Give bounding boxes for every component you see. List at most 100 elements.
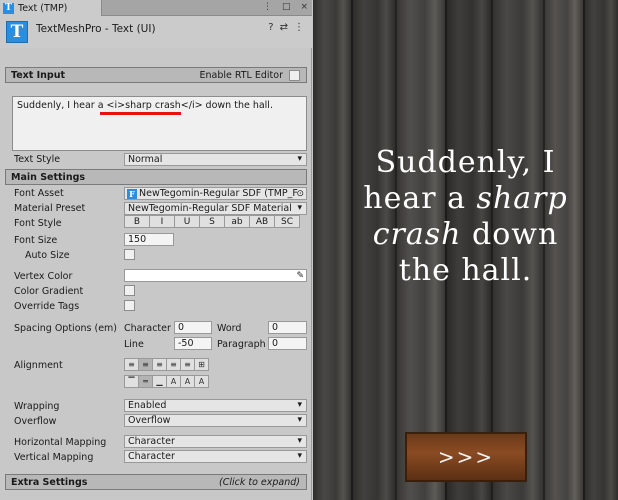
align-justify-icon[interactable]: ≡ bbox=[166, 358, 181, 371]
horizontal-alignment-buttons: ≡ ≡ ≡ ≡ ≡ ⊞ bbox=[124, 358, 209, 371]
material-preset-label: Material Preset bbox=[14, 203, 86, 214]
override-tags-label: Override Tags bbox=[14, 301, 80, 312]
uppercase-button[interactable]: AB bbox=[249, 215, 275, 228]
preset-icon[interactable]: ⇄ bbox=[280, 22, 288, 33]
help-icon[interactable]: ? bbox=[268, 22, 273, 33]
textmeshpro-icon: T bbox=[6, 21, 28, 43]
dialogue-text: Suddenly, I hear a sharp crash down the … bbox=[313, 145, 618, 289]
align-bottom-icon[interactable]: ▁ bbox=[152, 375, 167, 388]
font-size-label: Font Size bbox=[14, 235, 58, 246]
tab-controls: ⋮ □ × bbox=[263, 2, 308, 12]
dialogue-italic-crash: crash bbox=[372, 217, 462, 252]
text-input-header: Text Input bbox=[11, 69, 66, 81]
rtl-editor-toggle: Enable RTL Editor bbox=[199, 69, 300, 81]
more-options-icon[interactable]: ⋮ bbox=[263, 2, 272, 12]
dialogue-line-2: hear a sharp bbox=[313, 181, 618, 217]
material-preset-dropdown[interactable]: NewTegomin-Regular SDF Material bbox=[124, 202, 307, 215]
close-icon[interactable]: × bbox=[300, 2, 308, 12]
paragraph-spacing-field[interactable]: 0 bbox=[268, 337, 307, 350]
main-settings-section-header[interactable]: Main Settings bbox=[5, 169, 307, 185]
word-spacing-label: Word bbox=[217, 323, 242, 334]
align-flush-icon[interactable]: ≡ bbox=[180, 358, 195, 371]
align-midline-icon[interactable]: A bbox=[180, 375, 195, 388]
override-tags-checkbox[interactable] bbox=[124, 300, 135, 311]
font-size-field[interactable]: 150 bbox=[124, 233, 174, 246]
tmp-icon: T bbox=[3, 2, 14, 14]
lowercase-button[interactable]: ab bbox=[224, 215, 250, 228]
underline-button[interactable]: U bbox=[174, 215, 200, 228]
character-spacing-label: Character bbox=[124, 323, 171, 334]
paragraph-spacing-label: Paragraph bbox=[217, 339, 266, 350]
align-center-icon[interactable]: ≡ bbox=[138, 358, 153, 371]
strikethrough-button[interactable]: S bbox=[199, 215, 225, 228]
auto-size-label: Auto Size bbox=[25, 250, 70, 261]
dialogue-italic-sharp: sharp bbox=[476, 181, 568, 216]
rtl-editor-label: Enable RTL Editor bbox=[199, 69, 283, 81]
align-left-icon[interactable]: ≡ bbox=[124, 358, 139, 371]
vertex-color-label: Vertex Color bbox=[14, 271, 73, 282]
dialogue-line-1: Suddenly, I bbox=[375, 145, 556, 180]
font-style-label: Font Style bbox=[14, 218, 62, 229]
word-spacing-field[interactable]: 0 bbox=[268, 321, 307, 334]
auto-size-checkbox[interactable] bbox=[124, 249, 135, 260]
font-asset-icon: F bbox=[127, 189, 137, 199]
extra-settings-header: Extra Settings bbox=[11, 476, 88, 488]
component-title: TextMeshPro - Text (UI) bbox=[36, 23, 156, 35]
wrapping-label: Wrapping bbox=[14, 401, 60, 412]
line-spacing-field[interactable]: -50 bbox=[174, 337, 212, 350]
next-button[interactable]: >>> bbox=[405, 432, 527, 482]
tab-text-tmp[interactable]: T Text (TMP) bbox=[0, 0, 102, 16]
character-spacing-field[interactable]: 0 bbox=[174, 321, 212, 334]
component-header: T TextMeshPro - Text (UI) ? ⇄ ⋮ bbox=[0, 16, 312, 48]
game-view: Suddenly, I hear a sharp crash down the … bbox=[313, 0, 618, 500]
align-right-icon[interactable]: ≡ bbox=[152, 358, 167, 371]
align-capline-icon[interactable]: A bbox=[194, 375, 209, 388]
dialogue-line-4: the hall. bbox=[398, 253, 533, 288]
extra-settings-hint: (Click to expand) bbox=[219, 476, 300, 488]
object-picker-icon[interactable]: ⊙ bbox=[296, 189, 304, 199]
spacing-options-label: Spacing Options (em) bbox=[14, 323, 118, 334]
dialogue-line-2-a: hear a bbox=[363, 181, 477, 216]
align-geometry-center-icon[interactable]: ⊞ bbox=[194, 358, 209, 371]
inspector-panel: T Text (TMP) ⋮ □ × T TextMeshPro - Text … bbox=[0, 0, 312, 500]
horizontal-mapping-dropdown[interactable]: Character bbox=[124, 435, 307, 448]
align-baseline-icon[interactable]: A bbox=[166, 375, 181, 388]
tab-label: Text (TMP) bbox=[18, 2, 68, 14]
component-controls: ? ⇄ ⋮ bbox=[268, 22, 304, 33]
main-settings-header: Main Settings bbox=[11, 171, 86, 183]
align-middle-icon[interactable]: ═ bbox=[138, 375, 153, 388]
tab-bar: T Text (TMP) ⋮ □ × bbox=[0, 0, 312, 16]
text-style-dropdown[interactable]: Normal bbox=[124, 153, 307, 166]
vertical-mapping-dropdown[interactable]: Character bbox=[124, 450, 307, 463]
font-asset-field[interactable]: F NewTegomin-Regular SDF (TMP_F ⊙ bbox=[124, 187, 307, 200]
color-gradient-label: Color Gradient bbox=[14, 286, 84, 297]
red-annotation-underline bbox=[100, 112, 181, 115]
align-top-icon[interactable]: ▔ bbox=[124, 375, 139, 388]
vertical-alignment-buttons: ▔ ═ ▁ A A A bbox=[124, 375, 209, 388]
dialogue-line-3: crash down bbox=[313, 217, 618, 253]
color-gradient-checkbox[interactable] bbox=[124, 285, 135, 296]
font-asset-label: Font Asset bbox=[14, 188, 64, 199]
extra-settings-section-header[interactable]: Extra Settings (Click to expand) bbox=[5, 474, 307, 490]
smallcaps-button[interactable]: SC bbox=[274, 215, 300, 228]
maximize-icon[interactable]: □ bbox=[282, 2, 291, 12]
vertical-mapping-label: Vertical Mapping bbox=[14, 452, 94, 463]
overflow-dropdown[interactable]: Overflow bbox=[124, 414, 307, 427]
italic-button[interactable]: I bbox=[149, 215, 175, 228]
bold-button[interactable]: B bbox=[124, 215, 150, 228]
line-spacing-label: Line bbox=[124, 339, 144, 350]
font-style-buttons: B I U S ab AB SC bbox=[124, 215, 300, 228]
rtl-editor-checkbox[interactable] bbox=[289, 69, 300, 81]
overflow-label: Overflow bbox=[14, 416, 57, 427]
font-asset-value: NewTegomin-Regular SDF (TMP_F bbox=[139, 188, 298, 199]
alignment-label: Alignment bbox=[14, 360, 63, 371]
dialogue-line-3-b: down bbox=[461, 217, 559, 252]
text-style-label: Text Style bbox=[14, 154, 61, 165]
context-menu-icon[interactable]: ⋮ bbox=[294, 22, 304, 33]
text-input-area[interactable]: Suddenly, I hear a <i>sharp crash</i> do… bbox=[12, 96, 307, 151]
eyedropper-icon[interactable]: ✎ bbox=[296, 271, 304, 281]
vertex-color-field[interactable]: ✎ bbox=[124, 269, 307, 282]
text-input-section-header[interactable]: Text Input Enable RTL Editor bbox=[5, 67, 307, 83]
horizontal-mapping-label: Horizontal Mapping bbox=[14, 437, 107, 448]
wrapping-dropdown[interactable]: Enabled bbox=[124, 399, 307, 412]
